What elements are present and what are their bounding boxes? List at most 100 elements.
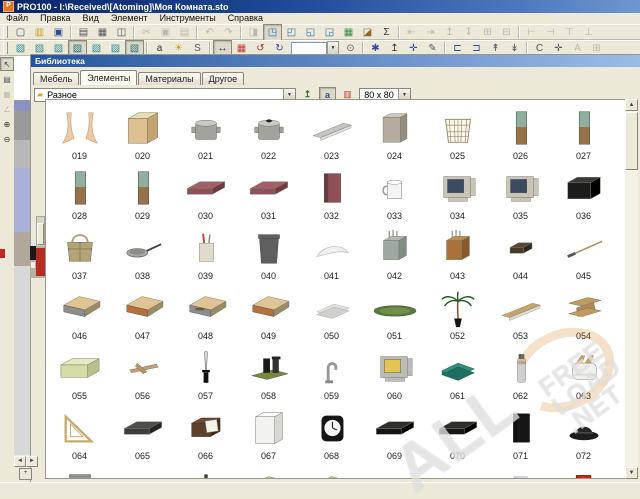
library-item-027[interactable]: 027: [552, 103, 615, 163]
library-item-062[interactable]: 062: [489, 343, 552, 403]
library-item-070[interactable]: 070: [426, 403, 489, 463]
library-item-061[interactable]: 061: [426, 343, 489, 403]
library-item-048[interactable]: 048: [174, 283, 237, 343]
library-item-081[interactable]: 081: [552, 463, 615, 479]
show-3d-view-button[interactable]: ◳: [263, 24, 282, 41]
report-button[interactable]: ▤: [74, 24, 93, 41]
menu-view[interactable]: Вид: [77, 13, 105, 24]
library-item-033[interactable]: 033: [363, 163, 426, 223]
library-item-059[interactable]: 059: [300, 343, 363, 403]
library-item-067[interactable]: 067: [237, 403, 300, 463]
library-item-031[interactable]: 031: [237, 163, 300, 223]
library-item-043[interactable]: 043: [426, 223, 489, 283]
sum-report-button[interactable]: Σ: [377, 24, 396, 41]
menu-tools[interactable]: Инструменты: [154, 13, 222, 24]
library-item-032[interactable]: 032: [300, 163, 363, 223]
tab-other[interactable]: Другое: [202, 72, 245, 85]
library-item-022[interactable]: 022: [237, 103, 300, 163]
scroll-right-icon[interactable]: ►: [26, 456, 38, 467]
scroll-left-icon[interactable]: ◄: [14, 456, 26, 467]
menu-file[interactable]: Файл: [0, 13, 34, 24]
library-item-071[interactable]: 071: [489, 403, 552, 463]
library-item-060[interactable]: 060: [363, 343, 426, 403]
tab-materials[interactable]: Материалы: [138, 72, 200, 85]
library-item-076[interactable]: 076: [237, 463, 300, 479]
library-item-069[interactable]: 069: [363, 403, 426, 463]
library-item-066[interactable]: 066: [174, 403, 237, 463]
show-plan-view-button[interactable]: ◰: [282, 24, 301, 41]
wall-tool-button[interactable]: ▤: [0, 72, 14, 86]
library-item-025[interactable]: 025: [426, 103, 489, 163]
library-item-035[interactable]: 035: [489, 163, 552, 223]
toolbar-grip[interactable]: [3, 42, 8, 54]
library-item-050[interactable]: 050: [300, 283, 363, 343]
show-side-view-button[interactable]: ◲: [320, 24, 339, 41]
show-front-view-button[interactable]: ◱: [301, 24, 320, 41]
tab-furniture[interactable]: Мебель: [33, 72, 79, 85]
library-title-bar[interactable]: Библиотека: [31, 55, 640, 67]
new-document-button[interactable]: ▢: [11, 24, 30, 41]
wireframe-view-button[interactable]: ▧: [11, 40, 30, 57]
library-item-054[interactable]: 054: [552, 283, 615, 343]
library-item-040[interactable]: 040: [237, 223, 300, 283]
library-item-029[interactable]: 029: [111, 163, 174, 223]
workspace-hscrollbar[interactable]: ◄ ►: [14, 456, 38, 467]
library-item-073[interactable]: 073: [48, 463, 111, 479]
zoom-out-tool-button[interactable]: ⊖: [0, 132, 14, 146]
library-item-074[interactable]: 074: [111, 463, 174, 479]
title-bar[interactable]: P PRO100 - I:\Received\[Atoming]\Моя Ком…: [0, 0, 640, 13]
library-item-042[interactable]: 042: [363, 223, 426, 283]
library-item-072[interactable]: 072: [552, 403, 615, 463]
library-item-065[interactable]: 065: [111, 403, 174, 463]
library-item-056[interactable]: 056: [111, 343, 174, 403]
tab-elements[interactable]: Элементы: [80, 70, 137, 85]
library-item-019[interactable]: 019: [48, 103, 111, 163]
workspace-corner-button[interactable]: +: [19, 468, 32, 480]
library-item-079[interactable]: 079: [426, 463, 489, 479]
library-item-068[interactable]: 068: [300, 403, 363, 463]
library-item-020[interactable]: 020: [111, 103, 174, 163]
scroll-down-icon[interactable]: ▼: [625, 467, 638, 479]
library-item-077[interactable]: 077: [300, 463, 363, 479]
library-item-047[interactable]: 047: [111, 283, 174, 343]
library-item-064[interactable]: 064: [48, 403, 111, 463]
library-item-023[interactable]: 023: [300, 103, 363, 163]
library-item-034[interactable]: 034: [426, 163, 489, 223]
print-preview-button[interactable]: ◫: [112, 24, 131, 41]
library-item-052[interactable]: 052: [426, 283, 489, 343]
menu-element[interactable]: Элемент: [105, 13, 154, 24]
library-item-041[interactable]: 041: [300, 223, 363, 283]
scroll-up-icon[interactable]: ▲: [625, 99, 638, 111]
library-item-039[interactable]: 039: [174, 223, 237, 283]
library-item-053[interactable]: 053: [489, 283, 552, 343]
menu-help[interactable]: Справка: [222, 13, 269, 24]
zoom-input[interactable]: [291, 42, 327, 55]
library-item-045[interactable]: 045: [552, 223, 615, 283]
library-item-049[interactable]: 049: [237, 283, 300, 343]
library-item-058[interactable]: 058: [237, 343, 300, 403]
save-button[interactable]: ▣: [49, 24, 68, 41]
library-item-028[interactable]: 028: [48, 163, 111, 223]
library-item-038[interactable]: 038: [111, 223, 174, 283]
toolbar-grip[interactable]: [3, 26, 8, 38]
library-item-051[interactable]: 051: [363, 283, 426, 343]
mini-scrollbar-thumb[interactable]: [37, 223, 44, 245]
show-price-view-button[interactable]: ◪: [358, 24, 377, 41]
library-item-080[interactable]: 080: [489, 463, 552, 479]
library-item-046[interactable]: 046: [48, 283, 111, 343]
library-item-057[interactable]: 057: [174, 343, 237, 403]
library-item-075[interactable]: 075: [174, 463, 237, 479]
library-item-037[interactable]: 037: [48, 223, 111, 283]
library-item-021[interactable]: 021: [174, 103, 237, 163]
library-item-026[interactable]: 026: [489, 103, 552, 163]
select-tool-button[interactable]: ↖: [0, 57, 14, 71]
show-report-view-button[interactable]: ▦: [339, 24, 358, 41]
print-button[interactable]: ▦: [93, 24, 112, 41]
library-item-030[interactable]: 030: [174, 163, 237, 223]
library-item-063[interactable]: 063: [552, 343, 615, 403]
library-item-055[interactable]: 055: [48, 343, 111, 403]
scrollbar-thumb[interactable]: [625, 112, 638, 170]
library-item-036[interactable]: 036: [552, 163, 615, 223]
menu-edit[interactable]: Правка: [34, 13, 76, 24]
library-item-024[interactable]: 024: [363, 103, 426, 163]
